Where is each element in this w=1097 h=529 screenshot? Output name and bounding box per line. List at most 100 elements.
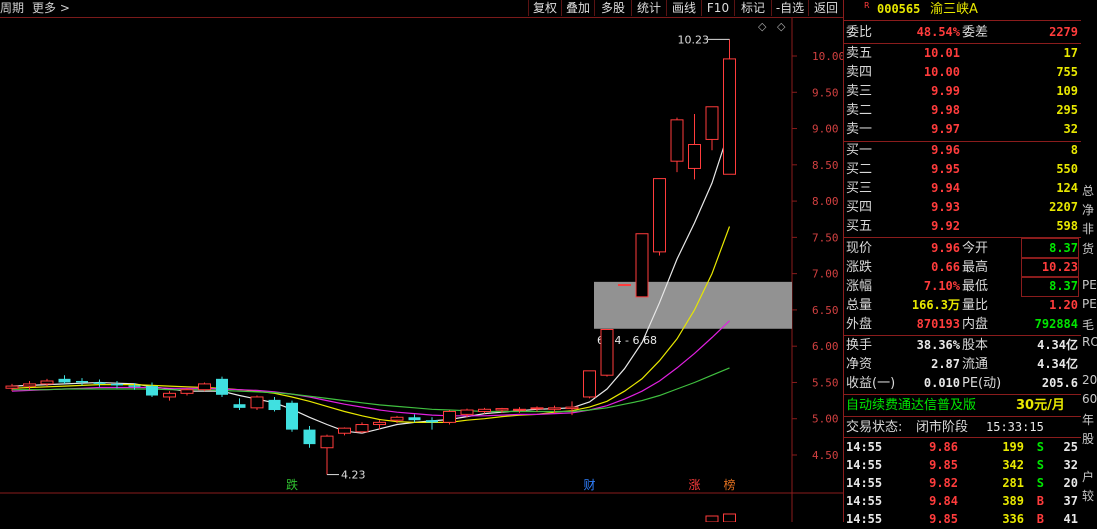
candle-body xyxy=(286,402,298,430)
candle[interactable] xyxy=(338,427,351,436)
f10-button[interactable]: F10 xyxy=(701,0,734,16)
bid-price[interactable]: 9.92 xyxy=(904,217,960,236)
remove-watchlist-button[interactable]: -自选 xyxy=(771,0,808,16)
candle[interactable] xyxy=(618,284,631,287)
tick-row: 14:55 9.85 342 S 32 xyxy=(844,456,1081,475)
ask-row[interactable]: 卖五 10.01 17 xyxy=(844,44,1081,63)
period-button[interactable]: 周期 xyxy=(0,0,24,17)
candle[interactable] xyxy=(268,396,281,412)
stat-value: 166.3万 xyxy=(911,298,960,312)
bid-row[interactable]: 买一 9.96 8 xyxy=(844,141,1081,160)
candle[interactable] xyxy=(530,406,544,412)
candle[interactable] xyxy=(216,376,228,397)
candle[interactable] xyxy=(670,117,684,173)
candle[interactable] xyxy=(58,375,71,384)
event-marker[interactable]: 涨 xyxy=(689,477,701,492)
bid-price[interactable]: 9.95 xyxy=(904,160,960,179)
edge-label: 60 xyxy=(1082,392,1097,406)
tick-direction: S xyxy=(1036,458,1044,472)
bid-row[interactable]: 买二 9.95 550 xyxy=(844,160,1081,179)
ad-price[interactable]: 30元/月 xyxy=(1016,396,1065,415)
back-button[interactable]: 返回 xyxy=(808,0,843,16)
ask-row[interactable]: 卖二 9.98 295 xyxy=(844,101,1081,120)
candle[interactable] xyxy=(600,328,614,377)
candle[interactable] xyxy=(163,391,176,401)
bid-row[interactable]: 买三 9.94 124 xyxy=(844,179,1081,198)
candle[interactable] xyxy=(286,400,298,432)
event-marker[interactable]: 跌 xyxy=(286,477,298,492)
candle[interactable] xyxy=(23,381,36,390)
candle[interactable] xyxy=(93,379,106,387)
ask-price[interactable]: 10.01 xyxy=(904,44,960,63)
candle[interactable] xyxy=(583,370,596,399)
candle[interactable] xyxy=(198,382,211,392)
candle[interactable] xyxy=(233,398,246,411)
tick-price: 9.85 xyxy=(929,458,958,472)
bid-price[interactable]: 9.93 xyxy=(904,198,960,217)
candle[interactable] xyxy=(355,422,369,434)
candle-body xyxy=(460,409,474,415)
ad-banner[interactable]: 自动续费通达信普及版 30元/月 xyxy=(844,396,1081,415)
more-button[interactable]: 更多 > xyxy=(32,0,70,17)
ask-price[interactable]: 10.00 xyxy=(904,63,960,82)
ask-price[interactable]: 9.97 xyxy=(904,120,960,139)
event-marker[interactable]: 榜 xyxy=(724,477,736,492)
candle-body xyxy=(513,408,526,411)
event-marker[interactable]: 财 xyxy=(584,478,596,492)
statistics-button[interactable]: 统计 xyxy=(631,0,666,16)
edge-label: 毛 xyxy=(1082,318,1095,332)
stock-name: 渝三峡A xyxy=(930,2,978,17)
diamond-icon[interactable]: ◇ xyxy=(758,20,767,33)
ask-price[interactable]: 9.99 xyxy=(904,82,960,101)
candle[interactable] xyxy=(426,417,438,430)
ask-price[interactable]: 9.98 xyxy=(904,101,960,120)
candle[interactable] xyxy=(705,106,719,151)
ask-row[interactable]: 卖三 9.99 109 xyxy=(844,82,1081,101)
multi-stock-button[interactable]: 多股 xyxy=(594,0,631,16)
mark-button[interactable]: 标记 xyxy=(734,0,771,16)
tick-count: 37 xyxy=(1063,494,1078,508)
kline-chart[interactable]: 10.00 9.50 9.00 8.50 8.00 7.50 7.00 6.50 6.00 5.5… xyxy=(0,18,843,522)
candle[interactable] xyxy=(723,39,736,175)
overlay-button[interactable]: 叠加 xyxy=(561,0,594,16)
candle[interactable] xyxy=(320,434,334,475)
tick-row: 14:55 9.86 199 S 25 xyxy=(844,438,1081,457)
candle[interactable] xyxy=(408,414,421,423)
tick-volume: 336 xyxy=(1002,512,1024,526)
candle[interactable] xyxy=(303,425,316,448)
fund-label: 股本 xyxy=(962,338,989,353)
candle[interactable] xyxy=(180,388,194,396)
tick-price: 9.82 xyxy=(929,476,958,490)
price-tick-label: 5.00 xyxy=(812,413,839,426)
ask-row[interactable]: 卖一 9.97 32 xyxy=(844,120,1081,139)
ask-row[interactable]: 卖四 10.00 755 xyxy=(844,63,1081,82)
candle-body xyxy=(478,408,491,412)
candle-body xyxy=(600,328,614,376)
ad-text[interactable]: 自动续费通达信普及版 xyxy=(846,396,976,415)
price-axis: 10.00 9.50 9.00 8.50 8.00 7.50 7.00 6.50 6.00 5.5… xyxy=(792,50,843,462)
ask-level-label: 卖二 xyxy=(846,103,873,118)
bid-price[interactable]: 9.94 xyxy=(904,179,960,198)
candle-body xyxy=(233,404,246,408)
candle-body xyxy=(303,429,316,445)
bid-row[interactable]: 买五 9.92 598 xyxy=(844,217,1081,236)
weibi-row: 委比 48.54% 委差 2279 xyxy=(844,23,1081,42)
bid-row[interactable]: 买四 9.93 2207 xyxy=(844,198,1081,217)
candle[interactable] xyxy=(443,410,456,425)
tick-time: 14:55 xyxy=(846,440,883,454)
fuquan-button[interactable]: 复权 xyxy=(528,0,561,16)
candle[interactable] xyxy=(76,378,88,386)
candle[interactable] xyxy=(653,178,666,256)
tick-direction: S xyxy=(1036,476,1044,490)
candle-body xyxy=(653,178,666,253)
candle[interactable] xyxy=(635,233,649,298)
diamond-icon[interactable]: ◇ xyxy=(777,20,786,33)
draw-line-button[interactable]: 画线 xyxy=(666,0,701,16)
stat-label: 最低 xyxy=(962,279,989,294)
candle-body xyxy=(495,408,509,411)
candlesticks[interactable] xyxy=(5,39,736,475)
candle[interactable] xyxy=(250,395,264,411)
candle[interactable] xyxy=(688,114,701,180)
bid-price[interactable]: 9.96 xyxy=(904,141,960,160)
candle-body xyxy=(268,399,281,411)
